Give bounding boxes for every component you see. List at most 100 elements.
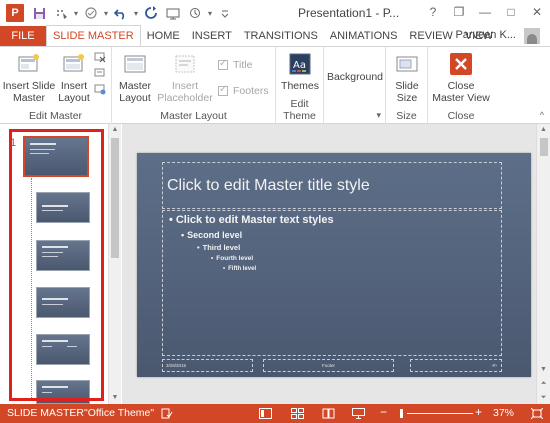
rename-icon[interactable] xyxy=(94,67,106,79)
ribbon-display-options-icon[interactable]: ❐ xyxy=(446,0,472,24)
title-placeholder[interactable]: Click to edit Master title style xyxy=(162,162,502,209)
scroll-up-icon[interactable]: ▲ xyxy=(537,124,550,136)
undo-icon[interactable] xyxy=(110,3,132,23)
thumbnail-pane[interactable]: 1 ▲ ▼ xyxy=(0,124,121,404)
text-level-4: Fourth level xyxy=(211,255,253,262)
tab-slide-master[interactable]: SLIDE MASTER xyxy=(46,25,141,46)
insert-placeholder-button[interactable]: Insert Placeholder xyxy=(156,51,214,104)
slide-number-placeholder[interactable]: ‹#› xyxy=(410,359,502,372)
format-dropdown-icon[interactable]: ▾ xyxy=(206,9,214,18)
scroll-down-icon[interactable]: ▼ xyxy=(109,392,121,404)
insert-slide-master-icon xyxy=(18,54,39,72)
powerpoint-icon[interactable]: P xyxy=(6,4,24,22)
master-layout-icon xyxy=(124,55,146,73)
group-close: Close Master View Close xyxy=(428,47,494,124)
insert-slide-master-button[interactable]: Insert Slide Master xyxy=(2,51,56,104)
close-window-icon[interactable]: ✕ xyxy=(524,0,550,24)
close-x-icon xyxy=(450,53,472,75)
body-placeholder[interactable]: Click to edit Master text styles Second … xyxy=(162,210,502,356)
insert-placeholder-icon xyxy=(175,55,195,73)
start-from-beginning-icon[interactable] xyxy=(162,3,184,23)
tab-file[interactable]: FILE xyxy=(0,26,46,46)
zoom-out-button[interactable]: − xyxy=(380,405,387,419)
zoom-level[interactable]: 37% xyxy=(493,407,514,419)
edit-master-small-buttons xyxy=(94,51,108,95)
reading-view-icon[interactable] xyxy=(321,407,335,419)
tab-insert[interactable]: INSERT xyxy=(186,26,238,46)
scroll-up-icon[interactable]: ▲ xyxy=(109,124,121,136)
spelling-dropdown-icon[interactable]: ▾ xyxy=(102,9,110,18)
ribbon-tabs: FILE SLIDE MASTER HOME INSERT TRANSITION… xyxy=(0,25,550,46)
preserve-icon[interactable] xyxy=(94,83,106,95)
help-icon[interactable]: ? xyxy=(420,0,446,24)
spelling-check-icon[interactable] xyxy=(160,407,174,419)
group-label-size: Size xyxy=(396,110,417,122)
tab-animations[interactable]: ANIMATIONS xyxy=(324,26,404,46)
group-edit-master: Insert Slide Master Insert Layout Edit M… xyxy=(0,47,112,124)
date-placeholder[interactable]: 3/28/2015 xyxy=(162,359,253,372)
window-title: Presentation1 - P... xyxy=(298,6,400,20)
normal-view-icon[interactable] xyxy=(258,407,272,419)
collapse-ribbon-icon[interactable]: ^ xyxy=(540,110,544,120)
group-label-master-layout: Master Layout xyxy=(160,110,227,122)
zoom-slider[interactable] xyxy=(407,413,473,414)
minimize-icon[interactable]: — xyxy=(472,0,498,24)
background-button[interactable]: Background xyxy=(326,71,384,83)
scroll-thumb[interactable] xyxy=(540,138,548,156)
group-background: Background ▾ xyxy=(324,47,386,124)
ribbon: Insert Slide Master Insert Layout Edit M… xyxy=(0,46,550,124)
window-controls: ? ❐ — □ ✕ xyxy=(420,0,550,24)
themes-button[interactable]: Aa Themes xyxy=(278,51,322,92)
slide-show-icon[interactable] xyxy=(351,407,365,419)
close-master-view-button[interactable]: Close Master View xyxy=(430,51,492,104)
text-level-2: Second level xyxy=(181,230,242,240)
slide-size-icon xyxy=(396,56,418,72)
title-checkbox[interactable]: Title xyxy=(218,58,252,71)
footers-checkbox[interactable]: Footers xyxy=(218,84,269,97)
avatar[interactable] xyxy=(524,28,540,44)
customize-qat-icon[interactable] xyxy=(214,3,236,23)
insert-layout-icon xyxy=(63,54,84,72)
next-slide-icon[interactable]: ⏷ xyxy=(537,392,550,404)
previous-slide-icon[interactable]: ⏶ xyxy=(537,378,550,390)
scroll-thumb[interactable] xyxy=(111,138,119,258)
tab-review[interactable]: REVIEW xyxy=(403,26,458,46)
svg-text:Aa: Aa xyxy=(293,60,306,71)
format-painter-icon[interactable] xyxy=(184,3,206,23)
tab-transitions[interactable]: TRANSITIONS xyxy=(238,26,324,46)
fit-slide-icon[interactable] xyxy=(530,407,544,419)
scroll-down-icon[interactable]: ▼ xyxy=(537,364,550,376)
touch-mode-icon[interactable] xyxy=(50,3,72,23)
redo-icon[interactable] xyxy=(140,3,162,23)
undo-dropdown-icon[interactable]: ▾ xyxy=(132,9,140,18)
status-bar: SLIDE MASTER "Office Theme" − + 37% xyxy=(0,404,550,423)
slide-sorter-icon[interactable] xyxy=(290,407,304,419)
group-label-close: Close xyxy=(447,110,475,122)
maximize-icon[interactable]: □ xyxy=(498,0,524,24)
user-name[interactable]: Parveen K... xyxy=(455,29,516,41)
theme-name: "Office Theme" xyxy=(84,407,155,419)
touch-mode-dropdown-icon[interactable]: ▾ xyxy=(72,9,80,18)
thumbnail-scrollbar[interactable]: ▲ ▼ xyxy=(108,124,121,404)
zoom-slider-thumb[interactable] xyxy=(400,409,403,418)
spelling-icon[interactable] xyxy=(80,3,102,23)
editor-scrollbar[interactable]: ▲ ▼ ⏶ ⏷ xyxy=(536,124,550,404)
group-label-edit-theme: Edit Theme xyxy=(283,98,316,122)
text-level-5: Fifth level xyxy=(223,266,256,272)
tab-home[interactable]: HOME xyxy=(141,26,186,46)
group-label-edit-master: Edit Master xyxy=(28,110,83,122)
save-icon[interactable] xyxy=(28,3,50,23)
slide-size-button[interactable]: Slide Size xyxy=(388,51,426,104)
title-bar: P ▾ ▾ ▾ ▾ Presentation1 - P... ? ❐ — □ ✕ xyxy=(0,0,550,26)
text-level-3: Third level xyxy=(197,243,241,252)
zoom-in-button[interactable]: + xyxy=(475,405,482,419)
footer-placeholder[interactable]: Footer xyxy=(263,359,394,372)
delete-slide-icon[interactable] xyxy=(94,51,106,63)
thumbnail-highlight-box xyxy=(9,129,104,401)
themes-icon: Aa xyxy=(289,53,311,75)
master-layout-button[interactable]: Master Layout xyxy=(114,51,156,104)
slide-master-canvas[interactable]: Click to edit Master title style Click t… xyxy=(137,153,531,377)
view-mode-label: SLIDE MASTER xyxy=(7,407,85,419)
insert-layout-button[interactable]: Insert Layout xyxy=(56,51,92,104)
background-launcher-icon[interactable]: ▾ xyxy=(376,110,381,121)
